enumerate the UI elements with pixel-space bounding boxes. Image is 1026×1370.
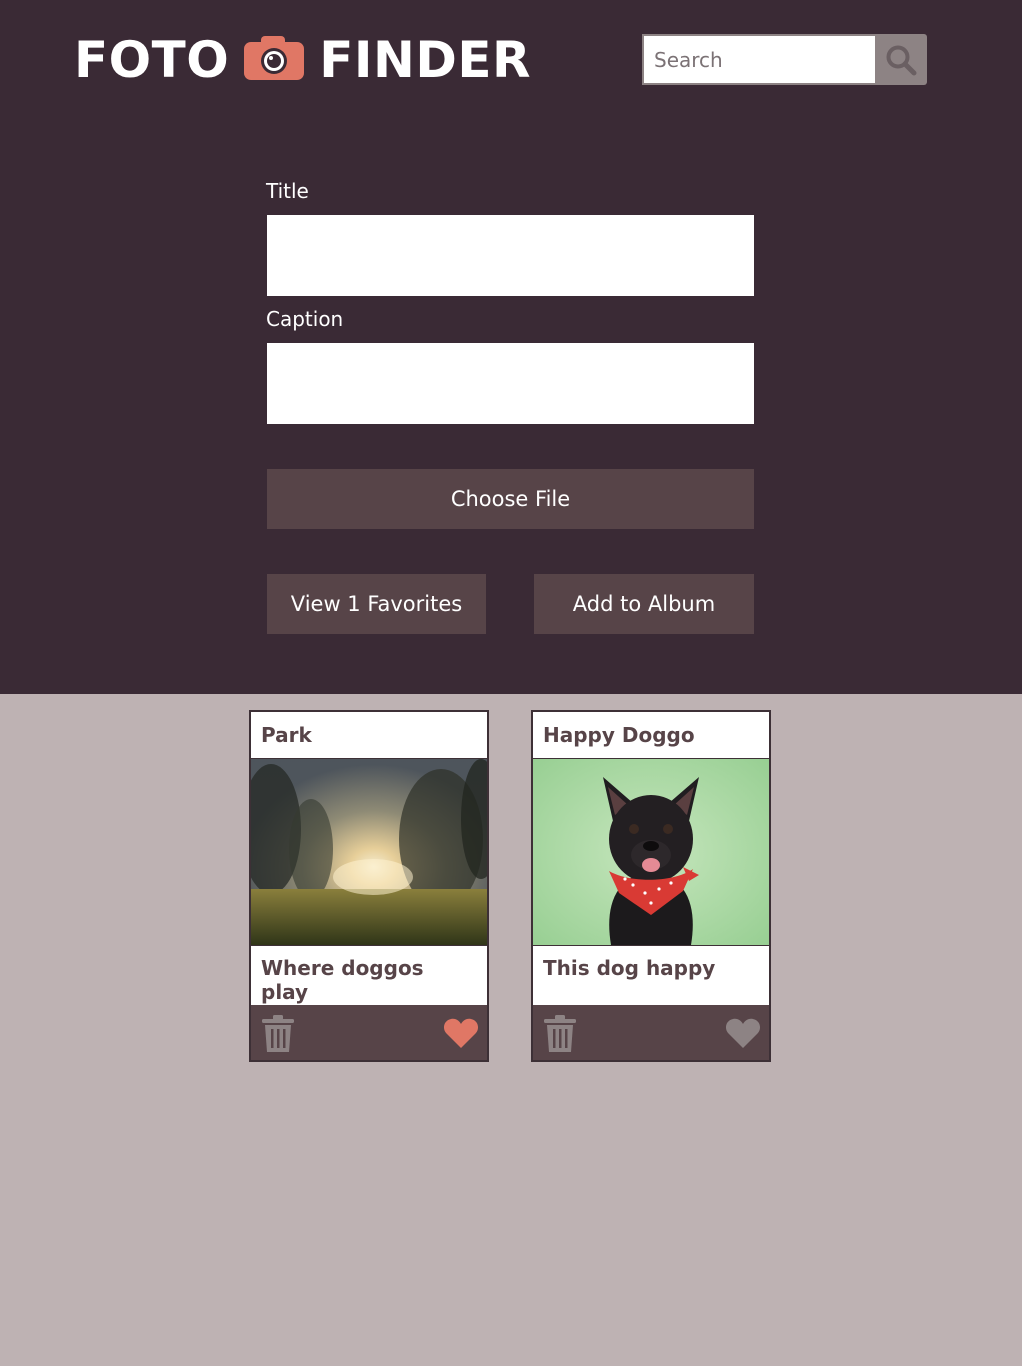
caption-field[interactable] [267, 343, 754, 424]
sunset-park-photo [251, 759, 487, 945]
logo-text-left: FOTO [74, 31, 230, 89]
choose-file-button[interactable]: Choose File [267, 469, 754, 529]
card-footer [251, 1005, 487, 1060]
trash-icon[interactable] [261, 1015, 295, 1053]
search-button[interactable] [875, 34, 927, 85]
camera-icon [244, 36, 305, 80]
search-bar [642, 34, 927, 85]
black-dog-bandana-photo [533, 759, 769, 945]
view-favorites-button[interactable]: View 1 Favorites [267, 574, 486, 634]
card-caption[interactable]: This dog happy [533, 945, 769, 1006]
add-to-album-button[interactable]: Add to Album [534, 574, 754, 634]
page-edge-bottom [0, 1366, 1026, 1370]
photo-card: Park Where doggos play [249, 710, 489, 1062]
card-title[interactable]: Park [251, 712, 487, 759]
title-field[interactable] [267, 215, 754, 296]
card-caption[interactable]: Where doggos play [251, 945, 487, 1006]
favorite-heart-icon[interactable] [725, 1017, 761, 1049]
logo-text-right: FINDER [319, 31, 532, 89]
caption-label: Caption [266, 307, 344, 331]
trash-icon[interactable] [543, 1015, 577, 1053]
photo-card: Happy Doggo This dog happy [531, 710, 771, 1062]
search-input[interactable] [642, 34, 875, 85]
page-edge [1022, 0, 1026, 1370]
card-title[interactable]: Happy Doggo [533, 712, 769, 759]
card-footer [533, 1005, 769, 1060]
title-label: Title [266, 179, 309, 203]
app-logo: FOTO FINDER [74, 30, 531, 90]
magnifier-icon [886, 45, 917, 75]
favorite-heart-icon[interactable] [443, 1017, 479, 1049]
